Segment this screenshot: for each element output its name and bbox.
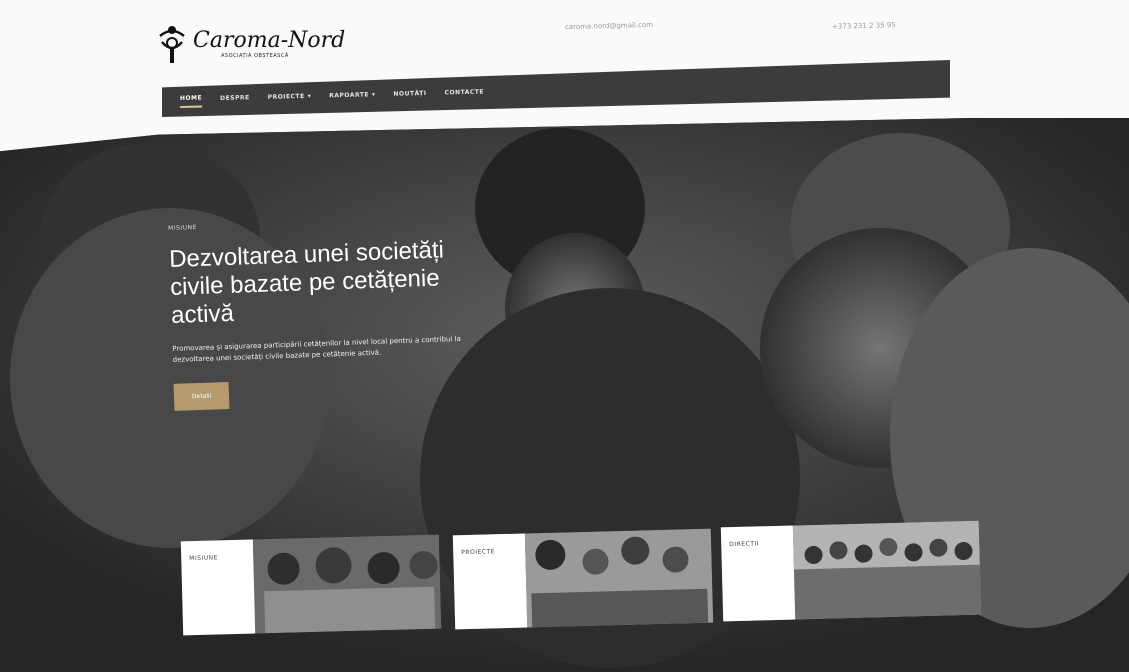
nav-item-home[interactable]: HOME (179, 94, 203, 108)
card-label: PROIECTE (461, 548, 496, 557)
card-label: DIRECTII (729, 540, 760, 549)
chevron-down-icon: ▾ (371, 91, 376, 99)
chevron-down-icon: ▾ (307, 92, 312, 100)
card-directii[interactable]: DIRECTII (720, 520, 982, 622)
navbar (162, 60, 950, 117)
nav-item-label: NOUTĂȚI (393, 89, 427, 98)
nav-item-proiecte[interactable]: PROIECTE ▾ (268, 92, 312, 106)
nav-item-label: PROIECTE (267, 92, 305, 101)
nav-item-label: DESPRE (220, 94, 250, 103)
nav-item-contacte[interactable]: CONTACTE (444, 88, 484, 102)
nav-item-label: HOME (179, 94, 203, 102)
site-logo[interactable]: Caroma-Nord ASOCIAȚIA OBȘTEASCĂ (157, 22, 345, 66)
header-phone[interactable]: +373 231 2 35 95 (832, 21, 896, 31)
card-label-box: PROIECTE (452, 533, 528, 630)
nav-item-label: RAPOARTE (329, 91, 370, 100)
logo-emblem-icon (157, 22, 187, 66)
page: Caroma-Nord ASOCIAȚIA OBȘTEASCĂ caroma.n… (0, 0, 1129, 672)
nav-item-noutati[interactable]: NOUTĂȚI (393, 89, 426, 103)
card-proiecte[interactable]: PROIECTE (452, 528, 714, 630)
card-label: MISIUNE (189, 554, 219, 563)
logo-subtitle: ASOCIAȚIA OBȘTEASCĂ (221, 53, 289, 59)
card-misiune[interactable]: MISIUNE (180, 534, 442, 636)
logo-title: Caroma-Nord (193, 28, 346, 53)
hero-lead: Promovarea și asigurarea participării ce… (172, 334, 461, 364)
card-label-box: MISIUNE (180, 539, 256, 636)
hero-headline: Dezvoltarea unei societăți civile bazate… (168, 236, 445, 329)
nav-item-label: CONTACTE (444, 88, 485, 97)
hero-cta-button[interactable]: Detalii (173, 381, 230, 411)
nav-item-despre[interactable]: DESPRE (220, 93, 250, 107)
hero-content: MISIUNE Dezvoltarea unei societăți civil… (168, 213, 504, 411)
card-photo (252, 534, 442, 634)
card-label-box: DIRECTII (720, 525, 796, 622)
card-photo (524, 528, 714, 628)
nav-item-rapoarte[interactable]: RAPOARTE ▾ (329, 90, 376, 104)
card-photo (792, 520, 982, 620)
header-email[interactable]: caroma.nord@gmail.com (565, 21, 653, 31)
